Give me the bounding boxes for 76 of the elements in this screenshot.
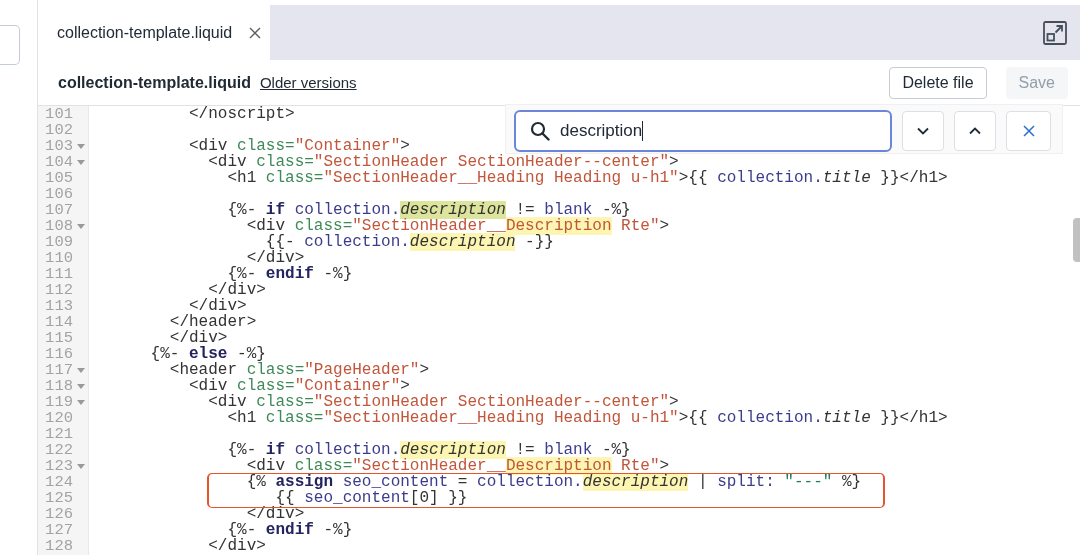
line-number: 109 xyxy=(44,234,73,250)
code-line: </noscript> xyxy=(189,106,295,122)
code-line: </div> xyxy=(246,250,305,266)
line-number: 119 xyxy=(44,394,73,410)
close-icon xyxy=(1022,125,1035,137)
line-number: 111 xyxy=(44,266,73,282)
fold-arrow-icon[interactable] xyxy=(76,367,85,373)
line-number: 116 xyxy=(44,346,73,362)
line-number: 124 xyxy=(44,474,73,490)
scrollbar-thumb[interactable] xyxy=(1073,218,1080,262)
code-line: <div class="SectionHeader__Description Rte"> xyxy=(246,218,670,234)
line-number: 125 xyxy=(44,490,73,506)
fold-arrow-icon[interactable] xyxy=(76,159,85,165)
chevron-down-icon xyxy=(917,127,929,135)
line-number: 108 xyxy=(44,218,73,234)
code-line: {%- if collection.description != blank -%} xyxy=(227,202,631,218)
line-number: 105 xyxy=(44,170,73,186)
previous-match-button[interactable] xyxy=(954,111,996,151)
code-line: {% assign seo_content = collection.description | split: "---" %} xyxy=(246,474,862,490)
expand-icon[interactable] xyxy=(1043,20,1067,45)
line-number: 120 xyxy=(44,410,73,426)
line-number: 106 xyxy=(44,186,73,202)
code-line: </div> xyxy=(189,298,247,314)
close-icon[interactable] xyxy=(249,26,262,39)
line-number: 118 xyxy=(44,378,73,394)
input-field[interactable] xyxy=(0,25,20,65)
search-icon xyxy=(530,121,550,141)
code-line: </div> xyxy=(246,506,305,522)
line-number: 110 xyxy=(44,250,73,266)
search-field[interactable]: description xyxy=(514,110,892,152)
line-number: 107 xyxy=(44,202,73,218)
line-number: 123 xyxy=(44,458,73,474)
line-number: 101 xyxy=(44,106,73,122)
fold-arrow-icon[interactable] xyxy=(76,399,85,405)
line-number: 127 xyxy=(44,522,73,538)
fold-arrow-icon[interactable] xyxy=(76,223,85,229)
code-line: <div class="SectionHeader SectionHeader--center"> xyxy=(208,394,679,410)
line-number: 128 xyxy=(44,538,73,554)
fold-arrow-icon[interactable] xyxy=(76,383,85,389)
line-number: 115 xyxy=(44,330,73,346)
fold-arrow-icon[interactable] xyxy=(76,143,85,149)
code-line: <h1 class="SectionHeader__Heading Heading u-h1">{{ collection.title }}</h1> xyxy=(227,410,948,426)
file-tab[interactable]: collection-template.liquid xyxy=(38,5,271,60)
file-title: collection-template.liquid xyxy=(58,73,251,92)
line-number: 114 xyxy=(44,314,73,330)
chevron-up-icon xyxy=(969,127,981,135)
line-number: 103 xyxy=(44,138,73,154)
code-line: {%- if collection.description != blank -%} xyxy=(227,442,631,458)
code-line: </div> xyxy=(208,538,266,554)
line-number: 117 xyxy=(44,362,73,378)
close-search-button[interactable] xyxy=(1006,111,1051,151)
delete-file-button[interactable]: Delete file xyxy=(889,66,987,99)
code-line: {%- endif -%} xyxy=(227,522,353,538)
code-line: <div class="Container"> xyxy=(189,138,410,154)
older-versions-link[interactable]: Older versions xyxy=(259,74,357,91)
line-number: 112 xyxy=(44,282,73,298)
code-line: </div> xyxy=(208,282,266,298)
code-line: <div class="SectionHeader__Description Rte"> xyxy=(246,458,670,474)
line-number: 126 xyxy=(44,506,73,522)
code-line: <div class="SectionHeader SectionHeader--center"> xyxy=(208,154,679,170)
code-line: <header class="PageHeader"> xyxy=(169,362,430,378)
line-number: 121 xyxy=(44,426,73,442)
code-line: <div class="Container"> xyxy=(189,378,410,394)
line-number: 122 xyxy=(44,442,73,458)
line-number: 102 xyxy=(44,122,73,138)
fold-arrow-icon[interactable] xyxy=(76,463,85,469)
code-line: </div> xyxy=(169,330,228,346)
code-line: {{ seo_content[0] }} xyxy=(275,490,468,506)
code-line: {{- collection.description -}} xyxy=(265,234,554,250)
code-line: <h1 class="SectionHeader__Heading Heading u-h1">{{ collection.title }}</h1> xyxy=(227,170,948,186)
code-line: {%- endif -%} xyxy=(227,266,353,282)
line-number: 104 xyxy=(44,154,73,170)
line-number: 113 xyxy=(44,298,73,314)
next-match-button[interactable] xyxy=(902,111,944,151)
code-line: </header> xyxy=(169,314,257,330)
code-line: {%- else -%} xyxy=(150,346,266,362)
